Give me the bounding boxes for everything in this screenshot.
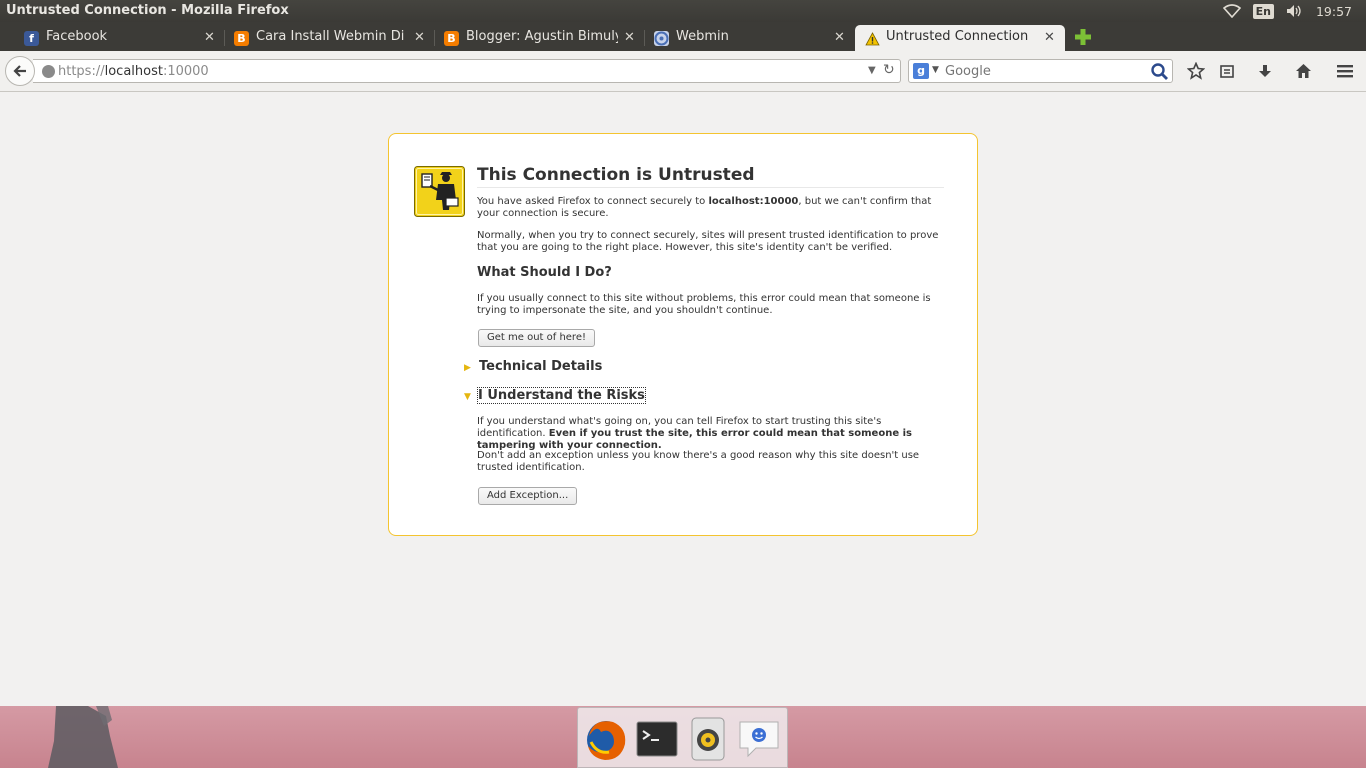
page-content: This Connection is Untrusted You have as…	[0, 92, 1366, 706]
top-panel: Untrusted Connection - Mozilla Firefox E…	[0, 0, 1366, 22]
close-icon[interactable]: ✕	[1044, 30, 1055, 45]
facebook-icon: f	[24, 31, 39, 46]
site-identity-icon[interactable]	[42, 65, 55, 78]
back-arrow-icon	[13, 65, 26, 77]
webmin-icon	[654, 31, 669, 46]
wifi-icon[interactable]	[1222, 4, 1241, 18]
error-panel: This Connection is Untrusted You have as…	[388, 133, 978, 536]
error-title: This Connection is Untrusted	[477, 165, 944, 188]
clock[interactable]: 19:57	[1316, 4, 1352, 19]
google-engine-icon[interactable]: g	[913, 63, 929, 79]
what-should-i-do-heading: What Should I Do?	[477, 265, 612, 280]
tab-label: Webmin	[676, 29, 729, 44]
wallpaper-statue-image	[48, 706, 118, 768]
home-icon[interactable]	[1293, 61, 1313, 81]
add-exception-button[interactable]: Add Exception...	[478, 487, 578, 505]
system-tray: En 19:57	[1222, 2, 1352, 20]
risks-text: If you understand what's going on, you c…	[477, 416, 912, 451]
error-intro-text: You have asked Firefox to connect secure…	[477, 196, 932, 219]
search-input[interactable]	[945, 63, 1145, 80]
tab-label: Untrusted Connection	[886, 29, 1029, 44]
url-text[interactable]: https://localhost:10000	[58, 64, 209, 79]
technical-details-expander-icon[interactable]: ▶	[464, 363, 471, 373]
understand-risks-heading[interactable]: I Understand the Risks	[477, 387, 646, 404]
technical-details-heading[interactable]: Technical Details	[479, 359, 602, 374]
tab-webmin[interactable]: Webmin ✕	[630, 25, 852, 51]
tab-label: Cara Install Webmin Di ...	[256, 29, 406, 44]
history-dropdown-icon[interactable]: ▼	[868, 65, 876, 76]
exception-warning-text: Don't add an exception unless you know t…	[477, 450, 920, 473]
new-tab-plus-icon[interactable]	[1074, 28, 1092, 46]
rhythmbox-icon[interactable]	[685, 714, 731, 762]
search-bar[interactable]: g ▼	[908, 59, 1173, 83]
error-explanation-text: Normally, when you try to connect secure…	[477, 230, 939, 253]
close-icon[interactable]: ✕	[834, 30, 845, 45]
back-button[interactable]	[5, 56, 35, 86]
dock	[577, 707, 788, 768]
search-icon[interactable]	[1150, 62, 1169, 81]
tab-untrusted-connection[interactable]: Untrusted Connection ✕	[855, 25, 1065, 51]
risks-expander-icon[interactable]: ▼	[464, 392, 471, 402]
url-bar[interactable]: https://localhost:10000 ▼ ↻	[33, 59, 901, 83]
tab-facebook[interactable]: f Facebook ✕	[0, 25, 222, 51]
bookmarks-menu-icon[interactable]	[1217, 61, 1237, 81]
tab-label: Facebook	[46, 29, 108, 44]
tab-label: Blogger: Agustin Bimuly…	[466, 29, 618, 44]
bookmark-star-icon[interactable]	[1186, 61, 1206, 81]
reload-icon[interactable]: ↻	[883, 62, 895, 78]
engine-dropdown-icon[interactable]: ▼	[932, 65, 939, 75]
volume-icon[interactable]	[1286, 4, 1304, 18]
tab-cara-install-webmin[interactable]: B Cara Install Webmin Di ... ✕	[210, 25, 432, 51]
tab-blogger[interactable]: B Blogger: Agustin Bimuly… ✕	[420, 25, 642, 51]
menu-hamburger-icon[interactable]	[1335, 61, 1355, 81]
tab-strip: f Facebook ✕ B Cara Install Webmin Di ..…	[0, 22, 1366, 51]
what-should-i-do-text: If you usually connect to this site with…	[477, 293, 931, 316]
blogger-icon: B	[234, 31, 249, 46]
firefox-icon[interactable]	[583, 714, 629, 762]
terminal-icon[interactable]	[634, 714, 680, 762]
keyboard-layout-indicator[interactable]: En	[1252, 3, 1274, 19]
warning-icon	[865, 31, 880, 46]
downloads-icon[interactable]	[1255, 61, 1275, 81]
window-title: Untrusted Connection - Mozilla Firefox	[6, 3, 289, 18]
navigation-toolbar: https://localhost:10000 ▼ ↻ g ▼	[0, 51, 1366, 92]
empathy-icon[interactable]	[736, 714, 782, 762]
get-me-out-button[interactable]: Get me out of here!	[478, 329, 595, 347]
untrusted-certificate-icon	[414, 166, 465, 217]
blogger-icon: B	[444, 31, 459, 46]
